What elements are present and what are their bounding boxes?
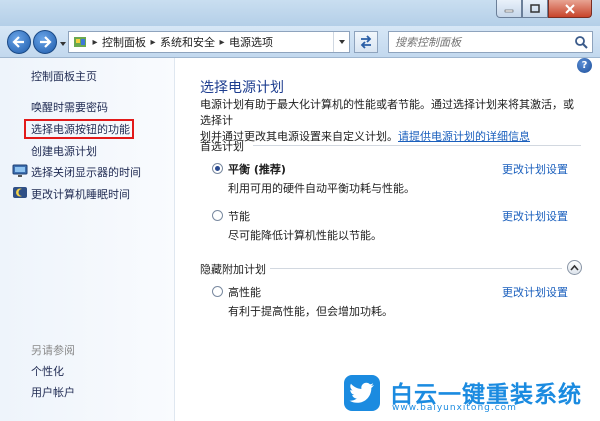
plan-name[interactable]: 节能 bbox=[228, 208, 250, 224]
plan-info-link[interactable]: 请提供电源计划的详细信息 bbox=[398, 130, 530, 143]
breadcrumb-separator: ▸ bbox=[219, 36, 225, 48]
breadcrumb-separator: ▸ bbox=[92, 36, 98, 48]
sidebar-item-create-plan[interactable]: 创建电源计划 bbox=[31, 143, 97, 159]
watermark-url: www.baiyunxitong.com bbox=[392, 403, 517, 413]
back-arrow-icon bbox=[12, 36, 24, 48]
breadcrumb-system-security[interactable]: 系统和安全 bbox=[158, 34, 217, 50]
minimize-button[interactable] bbox=[496, 0, 522, 18]
divider bbox=[253, 145, 581, 146]
help-button[interactable]: ? bbox=[577, 58, 592, 73]
plan-description: 利用可用的硬件自动平衡功耗与性能。 bbox=[228, 182, 415, 195]
see-also-personalization-link[interactable]: 个性化 bbox=[31, 363, 64, 379]
moon-icon bbox=[12, 185, 28, 201]
address-bar: ▸ 控制面板 ▸ 系统和安全 ▸ 电源选项 bbox=[0, 26, 600, 58]
change-plan-settings-high-performance[interactable]: 更改计划设置 bbox=[502, 284, 568, 300]
breadcrumb-power-options[interactable]: 电源选项 bbox=[227, 34, 275, 50]
chevron-down-icon bbox=[60, 42, 66, 46]
page-title: 选择电源计划 bbox=[200, 80, 284, 96]
see-also-user-accounts-link[interactable]: 用户帐户 bbox=[31, 384, 75, 400]
control-panel-icon bbox=[74, 37, 86, 47]
change-plan-settings-power-saver[interactable]: 更改计划设置 bbox=[502, 208, 568, 224]
plan-balanced-radio[interactable] bbox=[212, 163, 223, 174]
monitor-icon bbox=[12, 163, 28, 179]
search-icon[interactable] bbox=[574, 35, 588, 49]
sidebar-item-power-buttons[interactable]: 选择电源按钮的功能 bbox=[31, 121, 130, 137]
left-navigation-pane: 控制面板主页 唤醒时需要密码 选择电源按钮的功能 创建电源计划 选择关闭显示器的… bbox=[0, 58, 175, 421]
window-controls bbox=[496, 0, 592, 18]
plan-name[interactable]: 平衡 (推荐) bbox=[228, 161, 286, 177]
chevron-up-icon bbox=[570, 264, 579, 271]
see-also-heading: 另请参阅 bbox=[31, 344, 75, 357]
back-button[interactable] bbox=[7, 30, 31, 54]
sidebar-item-sleep-time[interactable]: 更改计算机睡眠时间 bbox=[31, 186, 130, 202]
forward-arrow-icon bbox=[40, 36, 52, 48]
close-icon bbox=[565, 3, 575, 14]
breadcrumb: ▸ 控制面板 ▸ 系统和安全 ▸ 电源选项 bbox=[68, 31, 350, 53]
search-input[interactable] bbox=[389, 32, 569, 52]
breadcrumb-separator: ▸ bbox=[150, 36, 156, 48]
forward-button[interactable] bbox=[33, 30, 57, 54]
twitter-bird-logo-icon bbox=[344, 375, 380, 411]
close-button[interactable] bbox=[548, 0, 592, 18]
control-panel-home-link[interactable]: 控制面板主页 bbox=[31, 68, 97, 84]
title-bar bbox=[0, 0, 600, 26]
description-line1: 电源计划有助于最大化计算机的性能或者节能。通过选择计划来将其激活，或选择计 bbox=[200, 98, 574, 127]
chevron-down-icon bbox=[338, 40, 345, 44]
plan-name[interactable]: 高性能 bbox=[228, 284, 261, 300]
change-plan-settings-balanced[interactable]: 更改计划设置 bbox=[502, 161, 568, 177]
plan-description: 尽可能降低计算机性能以节能。 bbox=[228, 229, 382, 242]
minimize-icon bbox=[504, 9, 514, 12]
recent-pages-dropdown[interactable] bbox=[59, 38, 67, 46]
watermark: 白云一键重装系统 www.baiyunxitong.com bbox=[340, 373, 595, 417]
search-box bbox=[388, 31, 593, 53]
maximize-icon bbox=[530, 3, 540, 13]
help-icon: ? bbox=[581, 60, 588, 71]
maximize-button[interactable] bbox=[522, 0, 548, 18]
preferred-plans-header: 首选计划 bbox=[200, 140, 244, 153]
page-description: 电源计划有助于最大化计算机的性能或者节能。通过选择计划来将其激活，或选择计 划并… bbox=[200, 97, 580, 145]
plan-high-performance-radio[interactable] bbox=[212, 286, 223, 297]
main-content: ? 选择电源计划 电源计划有助于最大化计算机的性能或者节能。通过选择计划来将其激… bbox=[175, 58, 600, 421]
divider bbox=[270, 268, 562, 269]
sidebar-item-require-password[interactable]: 唤醒时需要密码 bbox=[31, 99, 108, 115]
refresh-button[interactable] bbox=[354, 31, 378, 53]
refresh-icon bbox=[360, 35, 372, 49]
plan-power-saver-radio[interactable] bbox=[212, 210, 223, 221]
address-history-dropdown[interactable] bbox=[333, 32, 349, 52]
breadcrumb-control-panel[interactable]: 控制面板 bbox=[100, 34, 148, 50]
sidebar-item-display-off-time[interactable]: 选择关闭显示器的时间 bbox=[31, 164, 141, 180]
hidden-plans-header: 隐藏附加计划 bbox=[200, 263, 266, 276]
plan-description: 有利于提高性能，但会增加功耗。 bbox=[228, 305, 393, 318]
collapse-hidden-plans-button[interactable] bbox=[567, 260, 582, 275]
